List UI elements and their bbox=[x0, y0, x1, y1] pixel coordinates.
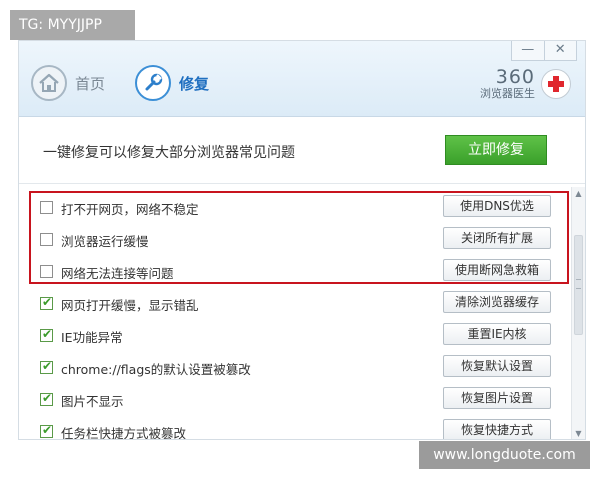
scroll-up-icon[interactable]: ▲ bbox=[572, 187, 585, 201]
scrollbar[interactable]: ▲ ▼ bbox=[571, 187, 585, 439]
issue-checkbox[interactable]: ✔ bbox=[40, 359, 53, 374]
grip-icon bbox=[576, 279, 581, 289]
main-nav: 首页 修复 bbox=[31, 61, 239, 105]
headline-row: 一键修复可以修复大部分浏览器常见问题 立即修复 bbox=[19, 118, 585, 184]
issue-label: IE功能异常 bbox=[61, 330, 123, 345]
issue-label: 网页打开缓慢，显示错乱 bbox=[61, 298, 199, 313]
list-item: 网络无法连接等问题 使用断网急救箱 bbox=[19, 256, 571, 288]
home-icon bbox=[31, 65, 67, 101]
list-item: ✔ 网页打开缓慢，显示错乱 清除浏览器缓存 bbox=[19, 288, 571, 320]
check-icon: ✔ bbox=[42, 295, 53, 309]
issue-label: 打不开网页，网络不稳定 bbox=[61, 202, 199, 217]
tg-badge: TG: MYYJJPP bbox=[10, 10, 135, 40]
list-item: ✔ IE功能异常 重置IE内核 bbox=[19, 320, 571, 352]
close-button[interactable]: ✕ bbox=[543, 41, 577, 60]
minimize-button[interactable]: — bbox=[512, 41, 544, 60]
issue-action-button[interactable]: 恢复默认设置 bbox=[443, 355, 551, 377]
screenshot-stage: — ✕ 首页 修复 360 浏览器医生 一键修复可以修复大部分浏览器常见问题 立… bbox=[0, 0, 600, 480]
issue-checkbox[interactable]: ✔ bbox=[40, 391, 53, 406]
issue-checkbox[interactable]: ✔ bbox=[40, 295, 53, 310]
window-controls: — ✕ bbox=[511, 41, 577, 61]
medical-cross-icon bbox=[541, 69, 571, 99]
issue-label: 浏览器运行缓慢 bbox=[61, 234, 149, 249]
issue-action-button[interactable]: 恢复图片设置 bbox=[443, 387, 551, 409]
window-header: — ✕ 首页 修复 360 浏览器医生 bbox=[19, 41, 585, 117]
issue-label: 任务栏快捷方式被篡改 bbox=[61, 426, 187, 440]
browser-doctor-window: — ✕ 首页 修复 360 浏览器医生 一键修复可以修复大部分浏览器常见问题 立… bbox=[18, 40, 586, 440]
site-watermark: www.longduote.com bbox=[419, 441, 590, 469]
headline-text: 一键修复可以修复大部分浏览器常见问题 bbox=[43, 145, 295, 161]
check-icon: ✔ bbox=[42, 359, 53, 373]
brand-number: 360 bbox=[495, 66, 535, 88]
wrench-icon bbox=[135, 65, 172, 101]
brand-subtitle: 浏览器医生 bbox=[480, 87, 535, 100]
issue-action-button[interactable]: 使用断网急救箱 bbox=[443, 259, 551, 281]
check-icon: ✔ bbox=[42, 327, 53, 341]
issue-action-button[interactable]: 重置IE内核 bbox=[443, 323, 551, 345]
issue-action-button[interactable]: 恢复快捷方式 bbox=[443, 419, 551, 439]
scroll-down-icon[interactable]: ▼ bbox=[572, 427, 585, 439]
nav-item-repair[interactable]: 修复 bbox=[135, 65, 209, 101]
issue-list: 打不开网页，网络不稳定 使用DNS优选 浏览器运行缓慢 关闭所有扩展 网络无法连… bbox=[19, 187, 585, 440]
list-item: ✔ chrome://flags的默认设置被篡改 恢复默认设置 bbox=[19, 352, 571, 384]
issue-action-button[interactable]: 关闭所有扩展 bbox=[443, 227, 551, 249]
list-item: ✔ 任务栏快捷方式被篡改 恢复快捷方式 bbox=[19, 416, 571, 440]
nav-repair-label: 修复 bbox=[179, 74, 210, 93]
issue-checkbox[interactable]: ✔ bbox=[40, 423, 53, 438]
issue-checkbox[interactable] bbox=[40, 265, 53, 278]
issue-label: chrome://flags的默认设置被篡改 bbox=[61, 362, 251, 377]
issue-checkbox[interactable] bbox=[40, 233, 53, 246]
issue-action-button[interactable]: 使用DNS优选 bbox=[443, 195, 551, 217]
issue-label: 图片不显示 bbox=[61, 394, 124, 409]
issue-checkbox[interactable] bbox=[40, 201, 53, 214]
nav-item-home[interactable]: 首页 bbox=[31, 65, 105, 101]
issue-action-button[interactable]: 清除浏览器缓存 bbox=[443, 291, 551, 313]
check-icon: ✔ bbox=[42, 391, 53, 405]
nav-home-label: 首页 bbox=[75, 74, 106, 93]
scroll-thumb[interactable] bbox=[574, 235, 583, 335]
fix-now-button[interactable]: 立即修复 bbox=[445, 135, 547, 165]
list-item: ✔ 图片不显示 恢复图片设置 bbox=[19, 384, 571, 416]
issue-label: 网络无法连接等问题 bbox=[61, 266, 174, 281]
list-item: 打不开网页，网络不稳定 使用DNS优选 bbox=[19, 192, 571, 224]
brand-360: 360 浏览器医生 bbox=[480, 67, 571, 101]
issue-checkbox[interactable]: ✔ bbox=[40, 327, 53, 342]
check-icon: ✔ bbox=[42, 423, 53, 437]
list-item: 浏览器运行缓慢 关闭所有扩展 bbox=[19, 224, 571, 256]
brand-text: 360 浏览器医生 bbox=[480, 67, 535, 101]
